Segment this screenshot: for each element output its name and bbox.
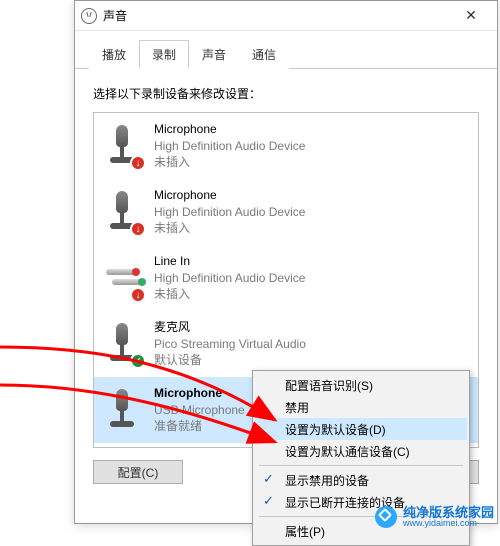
device-status: 未插入: [154, 220, 468, 237]
watermark-logo-icon: [375, 506, 397, 528]
tab-label: 录制: [152, 48, 176, 62]
cm-separator: [259, 465, 463, 466]
close-button[interactable]: ✕: [451, 2, 491, 30]
tab-label: 播放: [102, 48, 126, 62]
device-status: 默认设备: [154, 352, 468, 369]
line-in-icon: ↓: [104, 255, 144, 301]
panel-instruction: 选择以下录制设备来修改设置：: [93, 85, 479, 102]
device-name: Line In: [154, 253, 468, 270]
device-row[interactable]: ✓ 麦克风 Pico Streaming Virtual Audio 默认设备: [94, 311, 478, 377]
cm-show-disabled[interactable]: 显示禁用的设备: [255, 469, 467, 491]
device-status: 未插入: [154, 286, 468, 303]
configure-button[interactable]: 配置(C): [93, 460, 183, 484]
cm-label: 设置为默认通信设备(C): [285, 443, 410, 460]
device-status: 未插入: [154, 154, 468, 171]
microphone-icon: ↓: [104, 189, 144, 235]
status-badge-unplugged: ↓: [130, 221, 146, 237]
cm-configure-speech[interactable]: 配置语音识别(S): [255, 374, 467, 396]
device-row[interactable]: ↓ Microphone High Definition Audio Devic…: [94, 113, 478, 179]
device-desc: High Definition Audio Device: [154, 270, 468, 287]
device-name: 麦克风: [154, 319, 468, 336]
watermark: 纯净版系统家园 www.yidaimei.com: [375, 506, 494, 528]
cm-label: 属性(P): [285, 523, 325, 540]
device-desc: Pico Streaming Virtual Audio: [154, 336, 468, 353]
status-badge-unplugged: ↓: [130, 155, 146, 171]
tab-recording[interactable]: 录制: [139, 40, 189, 69]
tab-strip: 播放 录制 声音 通信: [75, 31, 497, 69]
status-badge-unplugged: ↓: [130, 287, 146, 303]
device-desc: High Definition Audio Device: [154, 138, 468, 155]
microphone-icon: ✓: [104, 321, 144, 367]
device-row[interactable]: ↓ Line In High Definition Audio Device 未…: [94, 245, 478, 311]
cm-label: 配置语音识别(S): [285, 377, 373, 394]
cm-label: 禁用: [285, 399, 309, 416]
status-badge-default: ✓: [130, 353, 146, 369]
tab-playback[interactable]: 播放: [89, 40, 139, 69]
button-label: 配置(C): [118, 464, 159, 481]
cm-set-default-comm-device[interactable]: 设置为默认通信设备(C): [255, 440, 467, 462]
device-row[interactable]: ↓ Microphone High Definition Audio Devic…: [94, 179, 478, 245]
tab-label: 通信: [252, 48, 276, 62]
device-name: Microphone: [154, 187, 468, 204]
tab-communications[interactable]: 通信: [239, 40, 289, 69]
cm-disable[interactable]: 禁用: [255, 396, 467, 418]
tab-label: 声音: [202, 48, 226, 62]
window-title: 声音: [103, 7, 127, 24]
cm-label: 设置为默认设备(D): [285, 421, 386, 438]
microphone-icon: [104, 387, 144, 433]
titlebar: 声音 ✕: [75, 1, 497, 31]
microphone-icon: ↓: [104, 123, 144, 169]
device-desc: High Definition Audio Device: [154, 204, 468, 221]
watermark-url: www.yidaimei.com: [403, 519, 494, 528]
speaker-icon: [81, 8, 97, 24]
cm-label: 显示禁用的设备: [285, 472, 369, 489]
cm-set-default-device[interactable]: 设置为默认设备(D): [255, 418, 467, 440]
tab-sounds[interactable]: 声音: [189, 40, 239, 69]
device-name: Microphone: [154, 121, 468, 138]
